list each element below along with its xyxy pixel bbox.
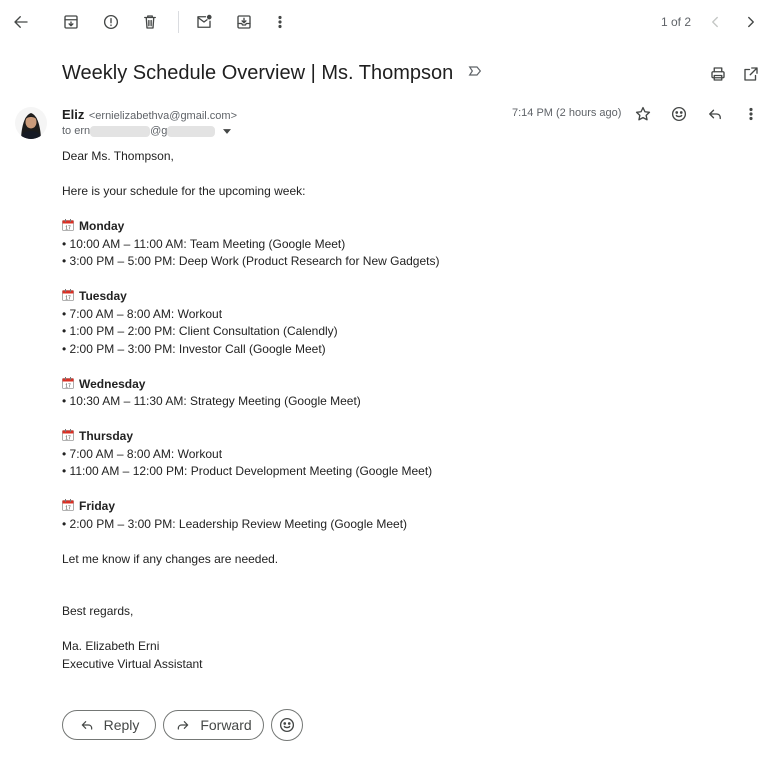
delete-icon[interactable] — [138, 10, 162, 34]
intro-line: Here is your schedule for the upcoming w… — [62, 184, 306, 198]
reply-icon[interactable] — [703, 102, 727, 126]
sender-info: Eliz <ernielizabethva@gmail.com> — [62, 106, 237, 124]
day-name: Friday — [79, 499, 116, 513]
recipients-dropdown-icon[interactable] — [222, 125, 231, 137]
label-important-icon[interactable] — [467, 62, 483, 85]
more-options-icon[interactable] — [268, 10, 292, 34]
sender-email: <ernielizabethva@gmail.com> — [88, 110, 237, 122]
page-indicator: 1 of 2 — [661, 15, 692, 29]
forward-icon — [178, 721, 189, 730]
day-heading: 17 Monday — [62, 218, 439, 236]
schedule-item: • 1:00 PM – 2:00 PM: Client Consultation… — [62, 324, 338, 338]
schedule-item: • 3:00 PM – 5:00 PM: Deep Work (Product … — [62, 254, 440, 268]
email-subject: Weekly Schedule Overview | Ms. Thompson — [62, 62, 483, 85]
svg-text:17: 17 — [65, 506, 71, 512]
star-icon[interactable] — [631, 102, 655, 126]
day-heading: 17 Thursday — [62, 428, 439, 446]
day-heading: 17 Friday — [62, 498, 439, 516]
svg-text:17: 17 — [65, 296, 71, 302]
greeting: Dear Ms. Thompson, — [62, 149, 174, 163]
more-options-icon[interactable] — [739, 102, 763, 126]
move-to-icon[interactable] — [232, 10, 256, 34]
schedule-item: • 10:30 AM – 11:30 AM: Strategy Meeting … — [62, 394, 361, 408]
emoji-reaction-icon[interactable] — [667, 102, 691, 126]
signature-name: Ma. Elizabeth Erni — [62, 639, 160, 653]
forward-button[interactable]: Forward — [163, 710, 264, 740]
forward-label: Forward — [200, 717, 252, 733]
calendar-icon: 17 — [62, 289, 74, 302]
next-icon[interactable] — [739, 10, 763, 34]
schedule-item: • 7:00 AM – 8:00 AM: Workout — [62, 306, 223, 321]
back-arrow-icon[interactable] — [9, 10, 33, 34]
calendar-icon: 17 — [62, 376, 74, 389]
signoff: Best regards, — [62, 604, 134, 618]
calendar-icon: 17 — [62, 499, 74, 512]
to-prefix: to ern — [62, 125, 91, 137]
reply-label: Reply — [103, 717, 140, 733]
sender-name[interactable]: Eliz — [62, 107, 84, 122]
day-name: Thursday — [79, 429, 134, 443]
schedule-item: • 10:00 AM – 11:00 AM: Team Meeting (Goo… — [62, 236, 346, 251]
calendar-icon: 17 — [62, 219, 74, 232]
signature-title: Executive Virtual Assistant — [62, 656, 203, 671]
mark-unread-icon[interactable] — [192, 10, 216, 34]
svg-text:17: 17 — [65, 226, 71, 232]
redacted-block — [167, 125, 216, 137]
schedule-item: • 11:00 AM – 12:00 PM: Product Developme… — [62, 464, 433, 478]
day-heading: 17 Wednesday — [62, 376, 439, 394]
toolbar-divider — [178, 11, 179, 33]
redacted-block — [90, 125, 151, 137]
schedule-item: • 2:00 PM – 3:00 PM: Investor Call (Goog… — [62, 341, 326, 356]
avatar[interactable] — [15, 105, 47, 141]
schedule-item: • 7:00 AM – 8:00 AM: Workout — [62, 446, 223, 461]
print-icon[interactable] — [706, 62, 730, 86]
archive-icon[interactable] — [59, 10, 83, 34]
open-new-window-icon[interactable] — [739, 62, 763, 86]
report-spam-icon[interactable] — [99, 10, 123, 34]
day-name: Wednesday — [79, 376, 146, 391]
emoji-icon — [279, 717, 295, 733]
email-body: Dear Ms. Thompson, Here is your schedule… — [62, 148, 439, 673]
reply-icon — [81, 721, 92, 730]
schedule-item: • 2:00 PM – 3:00 PM: Leadership Review M… — [62, 516, 408, 531]
schedule-list: 17 Monday • 10:00 AM – 11:00 AM: Team Meet… — [62, 218, 439, 551]
day-heading: 17 Tuesday — [62, 288, 439, 306]
recipient-line: to ern @g — [62, 125, 231, 137]
emoji-react-button[interactable] — [271, 709, 303, 741]
subject-text: Weekly Schedule Overview | Ms. Thompson — [62, 62, 454, 84]
svg-text:17: 17 — [65, 383, 71, 389]
to-at: @g — [150, 125, 168, 137]
closing-line: Let me know if any changes are needed. — [62, 551, 279, 566]
day-name: Tuesday — [79, 289, 127, 303]
svg-text:17: 17 — [65, 436, 71, 442]
calendar-icon: 17 — [62, 429, 74, 442]
reply-button[interactable]: Reply — [62, 710, 156, 740]
prev-icon[interactable] — [703, 10, 727, 34]
timestamp: 7:14 PM (2 hours ago) — [512, 107, 622, 119]
day-name: Monday — [79, 219, 125, 233]
